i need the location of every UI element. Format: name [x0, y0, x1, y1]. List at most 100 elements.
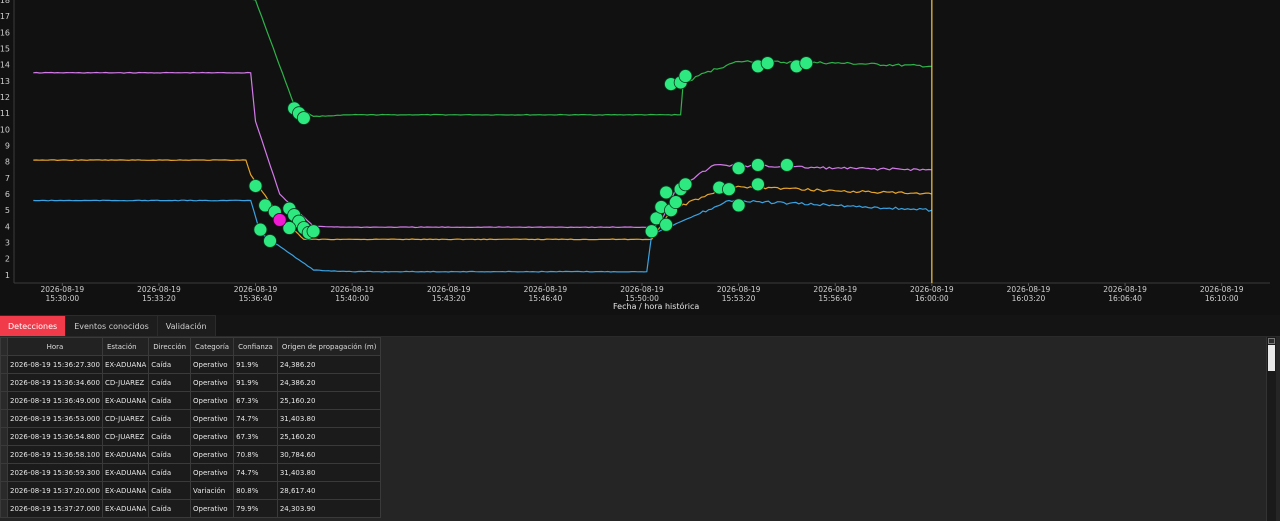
y-tick-label: 17 — [0, 12, 10, 21]
y-tick-label: 2 — [5, 255, 10, 264]
cell-direction: Caída — [148, 445, 192, 464]
y-tick-label: 1 — [5, 271, 10, 280]
cell-direction: Caída — [148, 391, 192, 410]
col-confianza[interactable]: Confianza — [233, 337, 278, 356]
cell-category: Operativo — [190, 499, 235, 518]
cell-confidence: 91.9% — [233, 355, 278, 374]
cell-station: CD-JUAREZ — [101, 427, 150, 446]
tab-detecciones[interactable]: Detecciones — [0, 315, 67, 336]
detections-table-panel: Hora Estación Dirección Categoría Confia… — [0, 337, 1280, 521]
cell-confidence: 80.8% — [233, 481, 278, 500]
detection-marker — [659, 185, 674, 200]
x-tick-time: 16:03:20 — [1012, 294, 1046, 303]
row-selector[interactable] — [0, 499, 8, 518]
y-tick-label: 14 — [0, 61, 10, 70]
table-scrollbar[interactable] — [1266, 337, 1276, 521]
cell-direction: Caída — [148, 499, 192, 518]
y-tick-label: 6 — [5, 190, 10, 199]
cell-time: 2026-08-19 15:37:20.000 — [7, 481, 103, 500]
table-row[interactable]: 2026-08-19 15:36:53.000 CD-JUAREZ Caída Ope… — [0, 409, 382, 428]
cell-station: CD-JUAREZ — [101, 373, 150, 392]
col-direccion[interactable]: Dirección — [148, 337, 192, 356]
cell-category: Variación — [190, 481, 235, 500]
col-hora[interactable]: Hora — [7, 337, 103, 356]
y-tick-label: 10 — [0, 125, 10, 134]
row-selector[interactable] — [0, 355, 8, 374]
cell-station: EX-ADUANA — [101, 445, 150, 464]
y-tick-label: 8 — [5, 158, 10, 167]
tab-eventos-conocidos[interactable]: Eventos conocidos — [66, 315, 158, 336]
cell-time: 2026-08-19 15:36:59.300 — [7, 463, 103, 482]
cell-origin: 31,403.80 — [276, 409, 382, 428]
x-tick-time: 16:06:40 — [1108, 294, 1142, 303]
cell-time: 2026-08-19 15:36:34.600 — [7, 373, 103, 392]
col-categoria[interactable]: Categoría — [190, 337, 235, 356]
table-row[interactable]: 2026-08-19 15:36:54.800 CD-JUAREZ Caída Ope… — [0, 427, 382, 446]
cell-origin: 28,617.40 — [276, 481, 382, 500]
table-row[interactable]: 2026-08-19 15:37:27.000 EX-ADUANA Caída Ope… — [0, 499, 382, 518]
tab-validacion[interactable]: Validación — [157, 315, 216, 336]
row-selector-header[interactable] — [0, 337, 8, 356]
x-tick-time: 15:40:00 — [335, 294, 369, 303]
col-origen[interactable]: Origen de propagación (m) — [276, 337, 382, 356]
detection-marker — [751, 177, 765, 192]
x-tick-date: 2026-08-19 — [910, 285, 954, 294]
cell-origin: 24,386.20 — [276, 373, 382, 392]
y-tick-label: 13 — [0, 77, 10, 86]
cell-time: 2026-08-19 15:37:27.000 — [7, 499, 103, 518]
y-tick-label: 9 — [5, 142, 10, 151]
row-selector[interactable] — [0, 391, 8, 410]
cell-confidence: 79.9% — [233, 499, 278, 518]
scroll-up-arrow-icon[interactable] — [1268, 338, 1275, 344]
cell-station: EX-ADUANA — [101, 463, 150, 482]
cell-confidence: 91.9% — [233, 373, 278, 392]
table-row[interactable]: 2026-08-19 15:36:27.300 EX-ADUANA Caída Ope… — [0, 355, 382, 374]
y-tick-label: 11 — [0, 109, 10, 118]
cell-origin: 24,303.90 — [276, 499, 382, 518]
scroll-thumb[interactable] — [1268, 345, 1275, 371]
x-tick-date: 2026-08-19 — [717, 285, 761, 294]
detection-marker — [731, 198, 746, 213]
table-row[interactable]: 2026-08-19 15:36:59.300 EX-ADUANA Caída Ope… — [0, 463, 382, 482]
cell-time: 2026-08-19 15:36:27.300 — [7, 355, 103, 374]
row-selector[interactable] — [0, 427, 8, 446]
cell-origin: 31,403.80 — [276, 463, 382, 482]
row-selector[interactable] — [0, 445, 8, 464]
table-row[interactable]: 2026-08-19 15:36:49.000 EX-ADUANA Caída Ope… — [0, 391, 382, 410]
history-chart[interactable]: 1 2 3 4 5 6 7 8 9 10 11 12 13 14 15 16 17 18 2026-08-19 15:… — [0, 0, 1280, 314]
detection-marker — [799, 56, 814, 70]
row-selector[interactable] — [0, 409, 8, 428]
cell-direction: Caída — [148, 481, 192, 500]
cell-direction: Caída — [148, 355, 192, 374]
cell-station: EX-ADUANA — [101, 391, 150, 410]
series-line-3 — [33, 199, 932, 273]
cell-origin: 30,784.60 — [276, 445, 382, 464]
x-tick-time: 16:10:00 — [1205, 294, 1239, 303]
detection-marker — [306, 224, 321, 239]
y-tick-label: 4 — [5, 222, 10, 231]
detection-marker — [248, 179, 263, 193]
y-tick-label: 15 — [0, 45, 10, 54]
cell-origin: 25,160.20 — [276, 427, 382, 446]
cell-origin: 25,160.20 — [276, 391, 382, 410]
cell-category: Operativo — [190, 427, 235, 446]
row-selector[interactable] — [0, 373, 8, 392]
x-tick-time: 15:36:40 — [239, 294, 273, 303]
cell-time: 2026-08-19 15:36:49.000 — [7, 391, 103, 410]
table-row[interactable]: 2026-08-19 15:37:20.000 EX-ADUANA Caída Var… — [0, 481, 382, 500]
chart-canvas[interactable]: 1234567891011121314151617182026-08-1915:… — [0, 0, 1280, 314]
col-estacion[interactable]: Estación — [101, 337, 150, 356]
row-selector[interactable] — [0, 463, 8, 482]
cell-category: Operativo — [190, 409, 235, 428]
series-line-1 — [33, 71, 932, 229]
detection-marker — [668, 195, 683, 210]
table-row[interactable]: 2026-08-19 15:36:34.600 CD-JUAREZ Caída Ope… — [0, 373, 382, 392]
x-tick-date: 2026-08-19 — [813, 285, 857, 294]
cell-confidence: 67.3% — [233, 427, 278, 446]
x-tick-date: 2026-08-19 — [137, 285, 181, 294]
row-selector[interactable] — [0, 481, 8, 500]
y-tick-label: 12 — [0, 93, 10, 102]
detection-marker — [678, 69, 693, 83]
table-row[interactable]: 2026-08-19 15:36:58.100 EX-ADUANA Caída Ope… — [0, 445, 382, 464]
y-tick-label: 5 — [5, 206, 10, 215]
